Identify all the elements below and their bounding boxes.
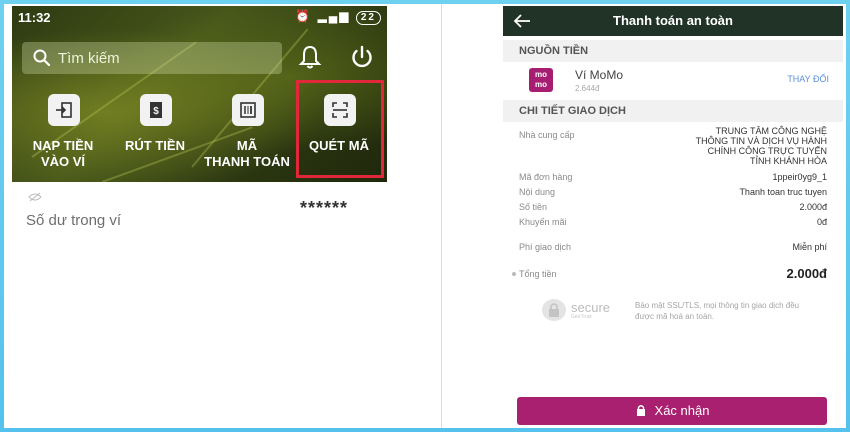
amount-value: 2.000đ: [799, 202, 827, 212]
secure-badge-brand: GeoTrust: [571, 314, 592, 320]
withdraw-tile: $: [140, 94, 172, 126]
status-time: 11:32: [18, 10, 51, 25]
payment-code-tile: [232, 94, 264, 126]
total-label: Tổng tiền: [519, 269, 557, 279]
bell-icon[interactable]: [298, 44, 322, 70]
details-section-header: CHI TIẾT GIAO DỊCH: [503, 100, 843, 122]
header-bar: Thanh toán an toàn: [503, 6, 843, 36]
secure-payment-screen: Thanh toán an toàn NGUỒN TIỀN mo mo Ví M…: [503, 6, 843, 426]
info-dot-icon: [512, 272, 516, 276]
deposit-label: NẠP TIỀN VÀO VÍ: [32, 138, 94, 169]
provider-value: TRUNG TÂM CÔNG NGHỆ THÔNG TIN VÀ DỊCH VỤ…: [695, 126, 827, 166]
secure-lock-icon: [542, 299, 566, 321]
order-id-value: 1ppeir0yg9_1: [772, 172, 827, 182]
confirm-label: Xác nhận: [654, 403, 710, 418]
eye-icon[interactable]: [28, 192, 42, 202]
deposit-tile: [48, 94, 80, 126]
order-id-label: Mã đơn hàng: [519, 172, 573, 182]
power-icon[interactable]: [349, 44, 375, 70]
secure-badge-text: secure: [571, 300, 611, 315]
momo-logo: mo mo: [529, 68, 553, 92]
scan-highlight-frame: [296, 80, 384, 178]
deposit-button[interactable]: NẠP TIỀN VÀO VÍ: [18, 88, 108, 176]
battery-icon: 22: [355, 11, 381, 25]
barcode-icon: [240, 102, 256, 118]
promotion-value: 0đ: [816, 217, 827, 227]
wallet-name: Ví MoMo: [575, 68, 624, 82]
provider-label: Nhà cung cấp: [519, 130, 575, 140]
lock-icon: [636, 405, 645, 416]
status-icons: ⏰ ▂▄▆ 22: [295, 9, 381, 25]
status-bar: 11:32 ⏰ ▂▄▆ 22: [12, 6, 387, 28]
panel-divider: [441, 4, 442, 428]
source-section-header: NGUỒN TIỀN: [503, 40, 843, 62]
balance-label: Số dư trong ví: [26, 212, 122, 229]
fee-value: Miễn phí: [792, 242, 827, 252]
wallet-home-screen: 11:32 ⏰ ▂▄▆ 22 Tìm kiếm NẠP TIỀN VÀO VÍ …: [12, 6, 387, 426]
promotion-label: Khuyến mãi: [519, 217, 567, 227]
content-label: Nội dung: [519, 187, 556, 197]
secure-badge: secure GeoTrust: [541, 298, 627, 322]
fee-label: Phí giao dịch: [519, 242, 572, 252]
withdraw-label: RÚT TIỀN: [125, 138, 185, 153]
signal-icon: ▂▄▆: [317, 9, 351, 23]
svg-text:$: $: [153, 106, 159, 117]
page-title: Thanh toán an toàn: [613, 13, 733, 28]
alarm-icon: ⏰: [295, 9, 313, 23]
wallet-balance: 2.644đ: [575, 84, 600, 93]
total-value: 2.000đ: [786, 266, 827, 281]
withdraw-icon: $: [150, 102, 162, 118]
payment-code-button[interactable]: MÃ THANH TOÁN: [202, 88, 292, 176]
search-icon: [33, 49, 51, 67]
search-placeholder: Tìm kiếm: [58, 50, 120, 67]
payment-code-label: MÃ THANH TOÁN: [204, 138, 290, 169]
content-value: Thanh toan truc tuyen: [739, 187, 827, 197]
back-arrow-icon[interactable]: [513, 13, 531, 29]
withdraw-button[interactable]: $ RÚT TIỀN: [110, 88, 200, 176]
balance-value[interactable]: ******: [300, 198, 348, 219]
amount-label: Số tiền: [519, 202, 548, 212]
change-source-link[interactable]: THAY ĐỔI: [787, 74, 829, 84]
confirm-button[interactable]: Xác nhận: [517, 397, 827, 425]
search-input[interactable]: Tìm kiếm: [22, 42, 282, 74]
security-note: Bảo mật SSL/TLS, mọi thông tin giao dịch…: [635, 301, 800, 321]
deposit-icon: [56, 102, 72, 118]
